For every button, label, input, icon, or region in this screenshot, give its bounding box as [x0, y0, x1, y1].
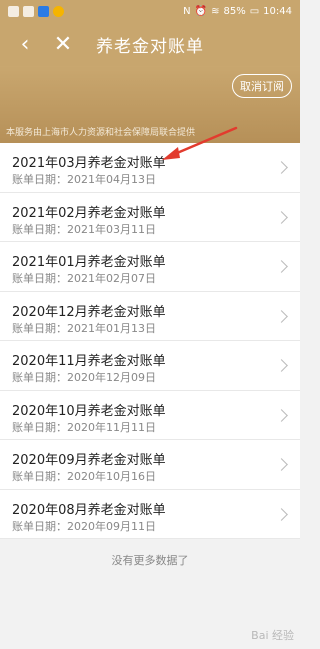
statement-date: 账单日期：2020年09月11日	[12, 519, 156, 533]
statement-title: 2020年11月养老金对账单	[12, 354, 166, 369]
list-item[interactable]: 2020年11月养老金对账单 账单日期：2020年12月09日	[0, 341, 300, 391]
statement-title: 2021年02月养老金对账单	[12, 205, 166, 221]
statement-date: 账单日期：2021年02月07日	[12, 272, 156, 285]
chevron-right-icon	[275, 260, 288, 273]
status-bar: N ⏰ ≋ 85% ▭ 10:44	[0, 0, 300, 22]
list-item[interactable]: 2020年10月养老金对账单 账单日期：2020年11月11日	[0, 391, 300, 440]
title-bar: ‹ ✕ 养老金对账单	[0, 22, 300, 66]
no-more-data-text: 没有更多数据了	[111, 554, 189, 567]
list-item[interactable]: 2020年12月养老金对账单 账单日期：2021年01月13日	[0, 292, 300, 341]
chevron-right-icon	[275, 458, 288, 471]
watermark: Bai 经验	[251, 629, 294, 642]
notification-icon	[38, 5, 49, 17]
chevron-left-icon: ‹	[20, 31, 30, 57]
notification-icon	[23, 5, 34, 17]
status-left	[8, 5, 64, 17]
list-item[interactable]: 2021年02月养老金对账单 账单日期：2021年03月11日	[0, 193, 300, 242]
statement-title: 2020年09月养老金对账单	[12, 453, 166, 468]
chevron-right-icon	[275, 161, 288, 174]
close-icon: ✕	[53, 31, 73, 57]
list-item[interactable]: 2021年01月养老金对账单 账单日期：2021年02月07日	[0, 242, 300, 292]
list-item[interactable]: 2020年09月养老金对账单 账单日期：2020年10月16日	[0, 440, 300, 490]
chevron-right-icon	[275, 507, 288, 521]
nfc-icon: N	[183, 5, 191, 17]
chevron-right-icon	[275, 309, 288, 323]
statement-date: 账单日期：2020年11月11日	[12, 420, 156, 434]
wifi-icon: ≋	[211, 5, 220, 17]
back-button[interactable]: ‹	[8, 22, 42, 66]
statement-list: 2021年03月养老金对账单 账单日期：2021年04月13日 2021年02月…	[0, 143, 300, 539]
statement-date: 账单日期：2021年03月11日	[12, 222, 156, 236]
statement-title: 2021年01月养老金对账单	[12, 255, 166, 270]
statement-date: 账单日期：2021年01月13日	[12, 321, 156, 335]
notification-icon	[53, 5, 64, 17]
statement-title: 2021年03月养老金对账单	[12, 156, 166, 171]
notification-icon	[8, 5, 19, 17]
chevron-right-icon	[275, 408, 288, 422]
statement-date: 账单日期：2021年04月13日	[12, 173, 156, 186]
chevron-right-icon	[275, 210, 288, 224]
alarm-icon: ⏰	[194, 5, 208, 17]
clock: 10:44	[263, 5, 292, 17]
statement-title: 2020年08月养老金对账单	[12, 502, 166, 518]
status-right: N ⏰ ≋ 85% ▭ 10:44	[183, 6, 292, 17]
statement-title: 2020年10月养老金对账单	[12, 403, 166, 419]
header-card: 取消订阅 本服务由上海市人力资源和社会保障局联合提供	[0, 66, 300, 143]
close-button[interactable]: ✕	[46, 22, 80, 66]
battery-icon: ▭	[249, 5, 260, 17]
service-note: 本服务由上海市人力资源和社会保障局联合提供	[6, 128, 196, 138]
cancel-subscription-button[interactable]: 取消订阅	[232, 74, 292, 98]
statement-date: 账单日期：2020年10月16日	[12, 470, 156, 483]
statement-title: 2020年12月养老金对账单	[12, 304, 166, 320]
list-item[interactable]: 2021年03月养老金对账单 账单日期：2021年04月13日	[0, 143, 300, 193]
battery-percentage: 85%	[223, 5, 246, 17]
chevron-right-icon	[275, 359, 288, 372]
list-item[interactable]: 2020年08月养老金对账单 账单日期：2020年09月11日	[0, 490, 300, 539]
page-title: 养老金对账单	[96, 36, 204, 57]
statement-date: 账单日期：2020年12月09日	[12, 371, 156, 384]
